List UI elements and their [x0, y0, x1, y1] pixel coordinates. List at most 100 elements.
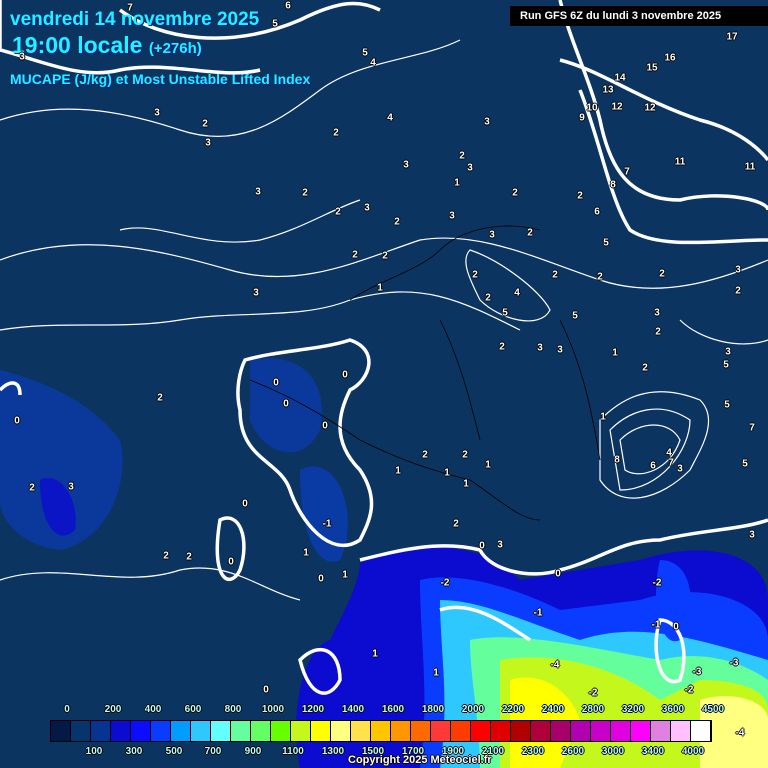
legend-top-label: 4500	[701, 704, 725, 715]
legend-swatch	[531, 721, 551, 741]
legend-swatch	[231, 721, 251, 741]
lifted-index-label: -4	[735, 727, 745, 739]
lifted-index-label: 8	[610, 179, 616, 191]
lifted-index-label: 15	[646, 62, 658, 74]
lifted-index-label: 8	[614, 454, 620, 466]
lifted-index-label: 2	[422, 449, 428, 461]
lifted-index-label: 0	[322, 420, 328, 432]
lifted-index-label: 0	[555, 568, 561, 580]
legend-top-label: 1800	[421, 704, 445, 715]
lifted-index-label: 2	[527, 227, 533, 239]
legend-swatch	[591, 721, 611, 741]
legend-swatch	[211, 721, 231, 741]
legend-bottom-label: 500	[165, 746, 183, 757]
legend-swatch	[151, 721, 171, 741]
legend-bottom-label: 300	[125, 746, 143, 757]
lifted-index-label: 2	[453, 518, 459, 530]
lifted-index-label: -4	[550, 659, 560, 671]
legend-swatch	[691, 721, 711, 741]
lifted-index-label: 1	[342, 569, 348, 581]
lead-time: (+276h)	[148, 40, 202, 57]
lifted-index-label: 3	[654, 307, 660, 319]
lifted-index-label: 3	[253, 287, 259, 299]
lifted-index-label: 2	[29, 482, 35, 494]
lifted-index-label: 6	[285, 0, 291, 12]
legend-swatch	[291, 721, 311, 741]
lifted-index-label: 3	[205, 137, 211, 149]
forecast-date: vendredi 14 novembre 2025	[10, 9, 260, 30]
lifted-index-label: 14	[614, 72, 626, 84]
legend-bottom-label: 2300	[521, 746, 545, 757]
lifted-index-label: 2	[186, 551, 192, 563]
color-legend	[50, 720, 712, 742]
lifted-index-label: 3	[484, 116, 490, 128]
lifted-index-label: 3	[497, 539, 503, 551]
lifted-index-label: -2	[440, 577, 450, 589]
lifted-index-label: 3	[19, 51, 25, 63]
legend-top-label: 1000	[261, 704, 285, 715]
legend-swatch	[631, 721, 651, 741]
lifted-index-label: 7	[127, 2, 133, 14]
lifted-index-label: 0	[242, 498, 248, 510]
legend-top-label: 2800	[581, 704, 605, 715]
legend-swatch	[171, 721, 191, 741]
forecast-time: 19:00 locale (+276h)	[12, 32, 202, 59]
lifted-index-label: 0	[14, 415, 20, 427]
lifted-index-label: 7	[668, 457, 674, 469]
legend-swatch	[611, 721, 631, 741]
lifted-index-label: -1	[322, 518, 332, 530]
lifted-index-label: 3	[68, 481, 74, 493]
legend-swatch	[671, 721, 691, 741]
legend-top-label: 3200	[621, 704, 645, 715]
lifted-index-label: 5	[362, 47, 368, 59]
legend-swatch	[471, 721, 491, 741]
lifted-index-label: 3	[255, 186, 261, 198]
lifted-index-label: 1	[612, 347, 618, 359]
legend-top-label: 2400	[541, 704, 565, 715]
li-contours	[0, 39, 768, 601]
legend-top-label: 2200	[501, 704, 525, 715]
lifted-index-label: 4	[514, 287, 520, 299]
lifted-index-label: 1	[433, 667, 439, 679]
lifted-index-label: 7	[624, 166, 630, 178]
legend-swatch	[71, 721, 91, 741]
lifted-index-label: 1	[600, 411, 606, 423]
lifted-index-label: 3	[467, 162, 473, 174]
lifted-index-label: -1	[651, 619, 661, 631]
lifted-index-label: 3	[364, 202, 370, 214]
legend-top-label: 3600	[661, 704, 685, 715]
lifted-index-label: 2	[163, 550, 169, 562]
lifted-index-label: 1	[395, 465, 401, 477]
lifted-index-label: 17	[726, 31, 738, 43]
lifted-index-label: -2	[684, 684, 694, 696]
lifted-index-label: 2	[735, 285, 741, 297]
lifted-index-label: -3	[729, 657, 739, 669]
lifted-index-label: 4	[666, 447, 672, 459]
legend-swatch	[51, 721, 71, 741]
legend-bottom-label: 3400	[641, 746, 665, 757]
legend-top-label: 1200	[301, 704, 325, 715]
lifted-index-label: 3	[677, 463, 683, 475]
lifted-index-label: 2	[394, 216, 400, 228]
legend-top-label: 600	[184, 704, 202, 715]
legend-top-label: 1600	[381, 704, 405, 715]
lifted-index-label: 4	[370, 57, 376, 69]
lifted-index-label: 13	[602, 84, 614, 96]
lifted-index-label: 0	[342, 369, 348, 381]
parameter-title: MUCAPE (J/kg) et Most Unstable Lifted In…	[10, 71, 311, 87]
lifted-index-label: -2	[652, 577, 662, 589]
legend-swatch	[331, 721, 351, 741]
legend-swatch	[551, 721, 571, 741]
lifted-index-label: 2	[499, 341, 505, 353]
legend-swatch	[131, 721, 151, 741]
lifted-index-label: 2	[459, 150, 465, 162]
legend-swatch	[311, 721, 331, 741]
lifted-index-label: 3	[557, 344, 563, 356]
legend-swatch	[511, 721, 531, 741]
legend-bottom-label: 4000	[681, 746, 705, 757]
lifted-index-label: 2	[485, 292, 491, 304]
lifted-index-label: 0	[318, 573, 324, 585]
lifted-index-label: 0	[228, 556, 234, 568]
lifted-index-label: -2	[588, 687, 598, 699]
weather-map: vendredi 14 novembre 2025 19:00 locale (…	[0, 0, 768, 768]
